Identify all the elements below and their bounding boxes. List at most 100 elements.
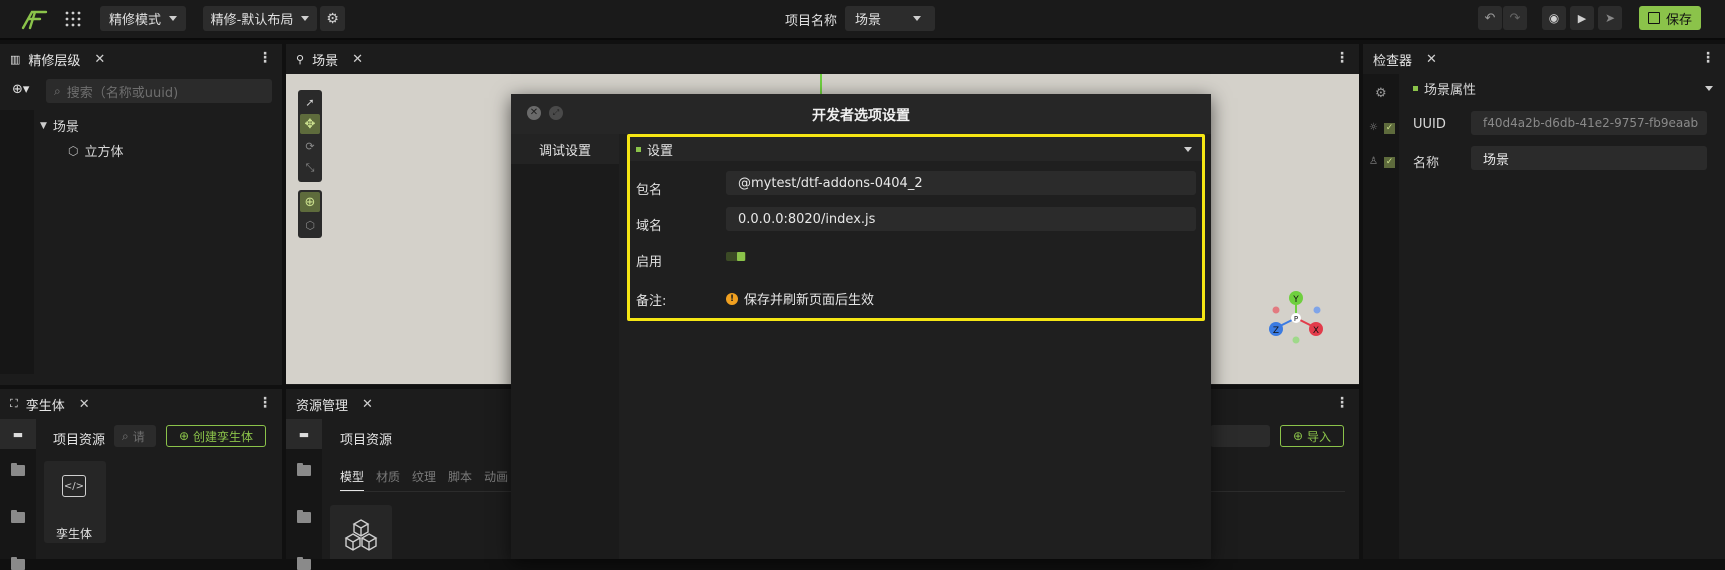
close-icon[interactable]: ✕	[94, 52, 105, 67]
enable-toggle[interactable]	[726, 252, 746, 261]
orientation-gizmo[interactable]: Y X Z P	[1261, 284, 1331, 350]
close-icon[interactable]: ✕	[1426, 52, 1437, 67]
mode-dropdown[interactable]: 精修模式	[100, 6, 186, 31]
checkbox-checked-icon[interactable]: ✓	[1384, 123, 1395, 134]
hierarchy-search[interactable]: ⌕ 搜索（名称或uuid)	[46, 79, 272, 103]
chevron-down-icon	[1184, 146, 1192, 152]
model-asset-card[interactable]	[330, 505, 392, 559]
app-logo	[20, 8, 50, 30]
uuid-field[interactable]: f40d4a2b-d6db-41e2-9757-fb9eaab	[1471, 111, 1707, 135]
domain-input[interactable]: 0.0.0.0:8020/index.js	[726, 207, 1196, 231]
save-label: 保存	[1665, 12, 1692, 28]
layout-dropdown[interactable]: 精修-默认布局	[203, 6, 317, 31]
asset-box-icon[interactable]: ▬	[286, 419, 322, 449]
scene-tabbar: ⚲ 场景 ✕ ⋮	[286, 44, 1359, 74]
more-options-icon[interactable]: ⋮	[1335, 395, 1349, 411]
folder-icon[interactable]	[11, 557, 25, 570]
redo-icon: ↷	[1509, 10, 1521, 26]
scale-tool-icon[interactable]: ⤡	[300, 158, 320, 178]
developer-options-dialog: ✕ ⤢ 开发者选项设置 调试设置 设置 包名 @mytest/dtf-addon…	[511, 94, 1211, 559]
asset-project-assets-label: 项目资源	[340, 433, 393, 448]
preview-button[interactable]: ◉	[1542, 6, 1566, 30]
folder-icon[interactable]	[11, 463, 25, 476]
tree-item-label: 立方体	[84, 145, 124, 160]
category-tab-animation[interactable]: 动画	[484, 468, 508, 485]
space-toolbar: ⊕ ⬡	[298, 190, 322, 238]
globe-icon[interactable]: ⊕	[300, 192, 320, 212]
twin-icon: ⛶	[10, 397, 18, 410]
move-tool-icon[interactable]: ✥	[300, 114, 320, 134]
asset-search-field[interactable]	[1210, 425, 1270, 447]
close-icon[interactable]: ✕	[362, 397, 373, 412]
apps-grid-icon[interactable]	[64, 10, 82, 28]
settings-section-header[interactable]: 设置	[630, 137, 1202, 161]
layout-settings-button[interactable]: ⚙	[320, 6, 345, 31]
select-tool-icon[interactable]: ➚	[300, 92, 320, 112]
gizmo-p-label: P	[1294, 315, 1298, 323]
import-button[interactable]: ⊕ 导入	[1280, 425, 1344, 447]
tab-hierarchy[interactable]: ▥ 精修层级 ✕	[0, 44, 282, 74]
create-twin-button[interactable]: ⊕ 创建孪生体	[166, 425, 266, 447]
uuid-value: f40d4a2b-d6db-41e2-9757-fb9eaab	[1483, 116, 1699, 130]
name-field[interactable]: 场景	[1471, 146, 1707, 170]
twin-search-placeholder: 请	[132, 429, 145, 444]
save-button[interactable]: 保存	[1639, 6, 1701, 30]
rotate-tool-icon[interactable]: ⟳	[300, 136, 320, 156]
play-button[interactable]: ▶	[1570, 6, 1594, 30]
save-icon	[1647, 12, 1660, 24]
hierarchy-icon: ▥	[10, 52, 21, 66]
folder-icon[interactable]	[297, 557, 311, 570]
publish-button[interactable]: ➤	[1598, 6, 1622, 30]
chevron-down-icon	[169, 16, 177, 21]
hierarchy-tabbar: ▥ 精修层级 ✕ ⋮	[0, 44, 282, 74]
scene-properties-header[interactable]: 场景属性	[1413, 80, 1713, 98]
mode-label: 精修模式	[108, 13, 161, 28]
gear-icon[interactable]: ⚙	[1375, 86, 1387, 101]
tab-scene-label: 场景	[312, 53, 339, 69]
tab-inspector[interactable]: 检查器 ✕	[1363, 44, 1725, 74]
asset-box-icon[interactable]: ▬	[0, 419, 36, 449]
category-tab-material[interactable]: 材质	[376, 468, 400, 485]
asset-sidebar: ▬	[286, 419, 322, 570]
redo-button[interactable]: ↷	[1503, 6, 1527, 30]
gizmo-y-label: Y	[1292, 295, 1299, 305]
tab-twin[interactable]: ⛶ 孪生体 ✕	[0, 389, 282, 419]
code-icon: </>	[62, 475, 86, 497]
folder-icon[interactable]	[11, 510, 25, 523]
transform-toolbar: ➚ ✥ ⟳ ⤡	[298, 90, 322, 182]
local-space-icon[interactable]: ⬡	[300, 215, 320, 235]
more-options-icon[interactable]: ⋮	[258, 50, 272, 66]
undo-button[interactable]: ↶	[1478, 6, 1502, 30]
user-icon[interactable]: ♙	[1369, 156, 1378, 167]
nav-item-debug-settings[interactable]: 调试设置	[511, 134, 619, 164]
settings-section: 设置 包名 @mytest/dtf-addons-0404_2 域名 0.0.0…	[627, 134, 1205, 321]
folder-icon[interactable]	[297, 463, 311, 476]
layout-label: 精修-默认布局	[210, 13, 294, 28]
more-options-icon[interactable]: ⋮	[258, 395, 272, 411]
category-tab-model[interactable]: 模型	[340, 468, 364, 485]
package-input[interactable]: @mytest/dtf-addons-0404_2	[726, 171, 1196, 195]
category-tab-script[interactable]: 脚本	[448, 468, 472, 485]
project-select[interactable]: 场景	[845, 6, 935, 31]
tree-item-scene[interactable]: ▼ 场景	[40, 116, 79, 135]
close-icon[interactable]: ✕	[79, 397, 90, 412]
y-axis-line	[820, 74, 822, 96]
more-options-icon[interactable]: ⋮	[1701, 50, 1715, 66]
chevron-down-icon	[1705, 85, 1713, 91]
tab-scene[interactable]: ⚲ 场景 ✕	[286, 44, 1359, 74]
category-tab-texture[interactable]: 纹理	[412, 468, 436, 485]
twin-item-label: 孪生体	[56, 527, 93, 541]
send-icon: ➤	[1604, 11, 1616, 25]
more-options-icon[interactable]: ⋮	[1335, 50, 1349, 66]
light-icon[interactable]: ☼	[1369, 122, 1378, 133]
tab-inspector-label: 检查器	[1373, 53, 1413, 69]
add-node-button[interactable]: ⊕▾	[12, 82, 36, 100]
tree-item-cube[interactable]: ⬡ 立方体	[68, 141, 124, 161]
twin-item-card[interactable]: </> 孪生体	[44, 461, 106, 543]
project-select-value: 场景	[855, 13, 882, 28]
twin-search[interactable]: ⌕ 请	[114, 425, 156, 447]
checkbox-checked-icon[interactable]: ✓	[1384, 157, 1395, 168]
close-icon[interactable]: ✕	[352, 52, 363, 67]
expand-arrow-icon[interactable]: ▼	[40, 121, 47, 131]
folder-icon[interactable]	[297, 510, 311, 523]
